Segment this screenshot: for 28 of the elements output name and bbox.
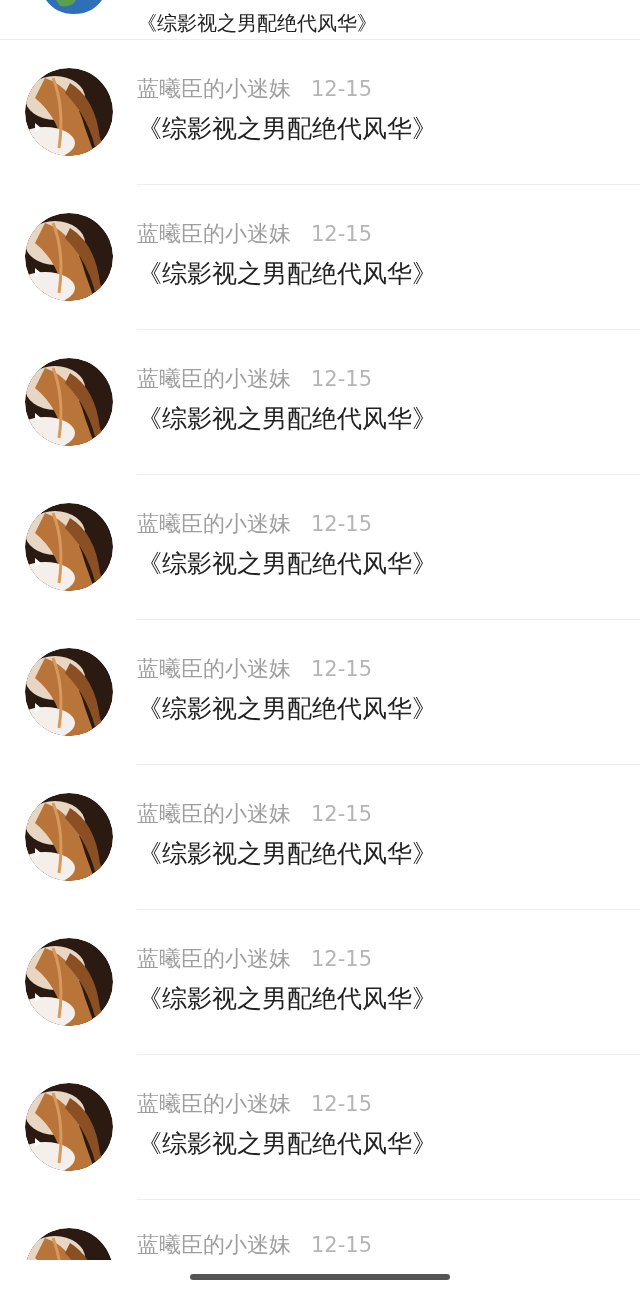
comment-date: 12-15 [311,221,373,248]
comment-date: 12-15 [311,366,373,393]
comment-date: 12-15 [311,1091,373,1118]
book-title: 《综影视之男配绝代风华》 [137,258,438,290]
author-name[interactable]: 蓝曦臣的小迷妹 [137,1089,291,1119]
book-title: 《综影视之男配绝代风华》 [137,1128,438,1160]
author-name[interactable]: 蓝曦臣的小迷妹 [137,944,291,974]
book-title: 《综影视之男配绝代风华》 [137,548,438,580]
book-title: 《综影视之男配绝代风华》 [137,838,438,870]
book-title: 《综影视之男配绝代风华》 [137,693,438,725]
author-name[interactable]: 蓝曦臣的小迷妹 [137,509,291,539]
author-name[interactable]: 蓝曦臣的小迷妹 [137,219,291,249]
comment-date: 12-15 [311,656,373,683]
author-name[interactable]: 蓝曦臣的小迷妹 [137,1230,291,1260]
book-title: 《综影视之男配绝代风华》 [137,113,438,145]
author-name[interactable]: 蓝曦臣的小迷妹 [137,74,291,104]
comment-date: 12-15 [311,76,373,103]
comment-date: 12-15 [311,511,373,538]
comment-date: 12-15 [311,946,373,973]
comment-date: 12-15 [311,1232,373,1259]
home-indicator[interactable] [190,1274,450,1280]
comment-date: 12-15 [311,801,373,828]
author-name[interactable]: 蓝曦臣的小迷妹 [137,364,291,394]
author-name[interactable]: 蓝曦臣的小迷妹 [137,799,291,829]
book-title: 《综影视之男配绝代风华》 [137,11,377,35]
book-title: 《综影视之男配绝代风华》 [137,983,438,1015]
book-title: 《综影视之男配绝代风华》 [137,403,438,435]
author-name[interactable]: 蓝曦臣的小迷妹 [137,654,291,684]
